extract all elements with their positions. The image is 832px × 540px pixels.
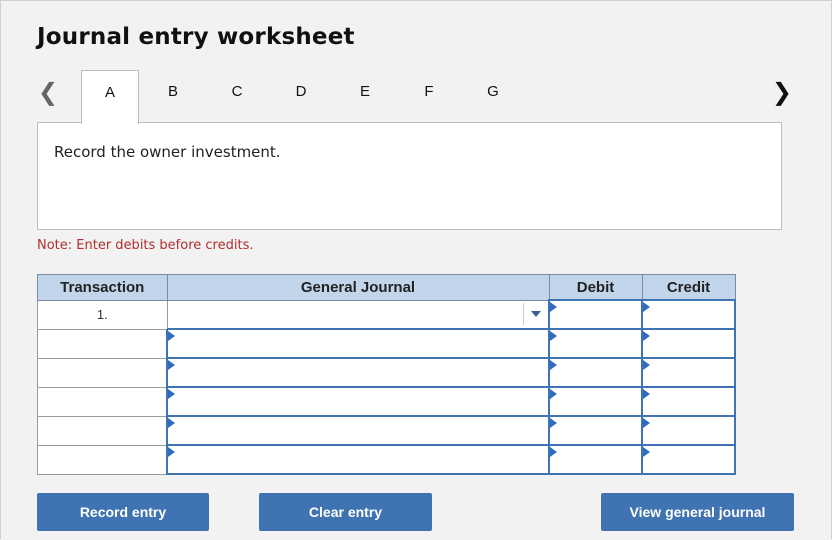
chevron-right-icon[interactable]: ❯	[772, 78, 792, 106]
clear-entry-button[interactable]: Clear entry	[259, 493, 432, 531]
debit-input[interactable]	[548, 328, 643, 359]
tab-b[interactable]: B	[145, 70, 201, 122]
tab-g[interactable]: G	[465, 70, 521, 122]
table-row	[37, 357, 736, 388]
header-transaction: Transaction	[37, 274, 168, 301]
tab-e[interactable]: E	[337, 70, 393, 122]
marker-icon	[550, 418, 557, 428]
debit-input[interactable]	[548, 357, 643, 388]
transaction-cell	[37, 386, 168, 417]
marker-icon	[168, 389, 175, 399]
account-select[interactable]	[166, 328, 550, 359]
transaction-cell: 1.	[37, 299, 168, 330]
tab-bar: ❮ A B C D E F G ❯	[37, 70, 792, 124]
account-select[interactable]	[166, 415, 550, 446]
dropdown-button[interactable]	[523, 302, 548, 325]
table-row	[37, 444, 736, 475]
page-title: Journal entry worksheet	[37, 24, 355, 50]
tab-f[interactable]: F	[401, 70, 457, 122]
table-row	[37, 328, 736, 359]
transaction-cell	[37, 444, 168, 475]
tab-a[interactable]: A	[81, 70, 139, 124]
debit-input[interactable]	[548, 415, 643, 446]
account-select[interactable]	[166, 357, 550, 388]
marker-icon	[643, 418, 650, 428]
marker-icon	[550, 360, 557, 370]
marker-icon	[643, 331, 650, 341]
header-debit: Debit	[548, 274, 643, 301]
credit-input[interactable]	[641, 328, 736, 359]
view-general-journal-button[interactable]: View general journal	[601, 493, 794, 531]
transaction-cell	[37, 328, 168, 359]
marker-icon	[168, 447, 175, 457]
marker-icon	[168, 360, 175, 370]
header-credit: Credit	[641, 274, 736, 301]
note-text: Note: Enter debits before credits.	[37, 238, 254, 253]
marker-icon	[550, 331, 557, 341]
chevron-left-icon[interactable]: ❮	[38, 78, 58, 106]
table-row	[37, 386, 736, 417]
journal-table: Transaction General Journal Debit Credit…	[37, 274, 736, 475]
tab-c[interactable]: C	[209, 70, 265, 122]
caret-down-icon	[531, 310, 541, 317]
transaction-cell	[37, 357, 168, 388]
account-select[interactable]	[166, 444, 550, 475]
marker-icon	[550, 447, 557, 457]
tab-d[interactable]: D	[273, 70, 329, 122]
header-general-journal: General Journal	[166, 274, 550, 301]
marker-icon	[643, 302, 650, 312]
debit-input[interactable]	[548, 299, 643, 330]
marker-icon	[168, 418, 175, 428]
credit-input[interactable]	[641, 444, 736, 475]
credit-input[interactable]	[641, 299, 736, 330]
credit-input[interactable]	[641, 357, 736, 388]
debit-input[interactable]	[548, 444, 643, 475]
marker-icon	[643, 360, 650, 370]
transaction-cell	[37, 415, 168, 446]
marker-icon	[550, 302, 557, 312]
prompt-panel: Record the owner investment.	[37, 122, 782, 230]
table-row	[37, 415, 736, 446]
marker-icon	[550, 389, 557, 399]
marker-icon	[168, 331, 175, 341]
credit-input[interactable]	[641, 415, 736, 446]
record-entry-button[interactable]: Record entry	[37, 493, 209, 531]
debit-input[interactable]	[548, 386, 643, 417]
credit-input[interactable]	[641, 386, 736, 417]
marker-icon	[643, 389, 650, 399]
table-row: 1.	[37, 299, 736, 330]
account-select[interactable]	[166, 299, 550, 330]
prompt-text: Record the owner investment.	[54, 143, 281, 161]
account-select[interactable]	[166, 386, 550, 417]
marker-icon	[643, 447, 650, 457]
